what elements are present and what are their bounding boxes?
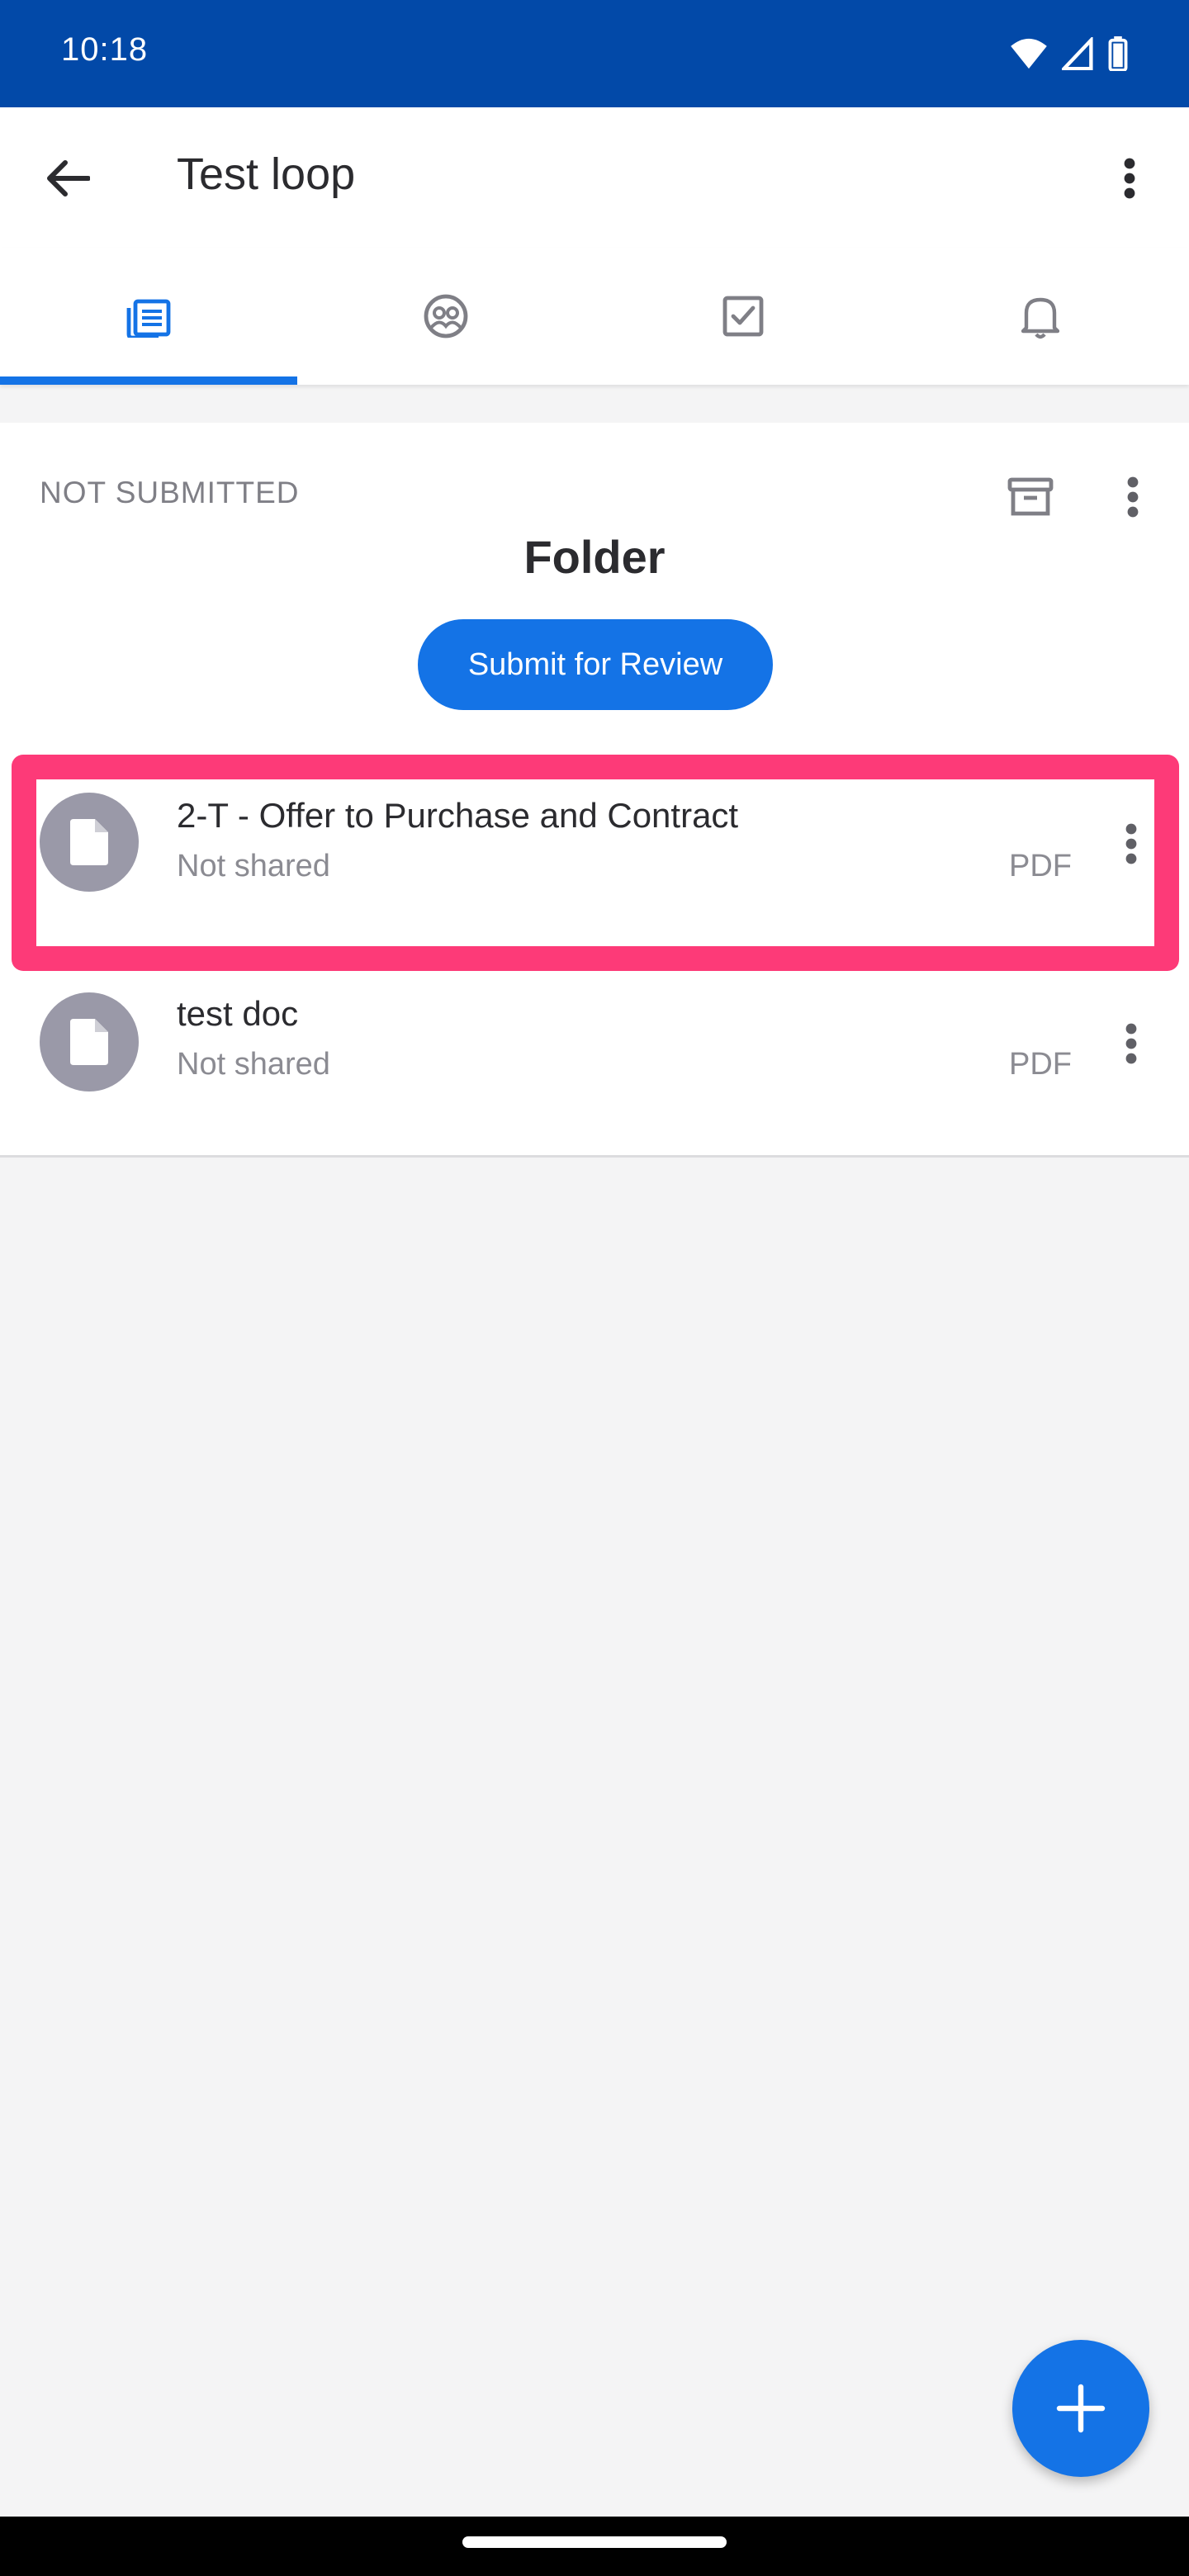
tab-bar (0, 248, 1189, 385)
folder-more-options-button[interactable] (1108, 469, 1158, 525)
add-button[interactable] (1012, 2340, 1149, 2477)
document-row[interactable]: test doc Not shared PDF (0, 959, 1189, 1141)
folder-card: NOT SUBMITTED Folder Submit for Review 2… (0, 423, 1189, 1158)
document-more-options-button[interactable] (1106, 1016, 1156, 1072)
status-bar: 10:18 (0, 0, 1189, 107)
document-icon (70, 819, 108, 865)
folder-title: Folder (523, 531, 666, 583)
more-options-button[interactable] (1103, 152, 1156, 205)
more-vert-icon (1125, 823, 1137, 864)
submit-for-review-button[interactable]: Submit for Review (418, 619, 773, 710)
back-button[interactable] (41, 152, 94, 205)
arrow-back-icon (47, 160, 90, 197)
tab-people[interactable] (297, 248, 594, 385)
status-time: 10:18 (61, 31, 149, 68)
plus-icon (1056, 2384, 1106, 2433)
document-name: 2-T - Offer to Purchase and Contract (177, 796, 739, 835)
documents-icon (126, 299, 171, 338)
document-avatar (40, 793, 139, 892)
document-type: PDF (1009, 1047, 1072, 1082)
tab-tasks[interactable] (594, 248, 892, 385)
people-icon (424, 294, 468, 339)
tab-documents[interactable] (0, 248, 297, 385)
document-type: PDF (1009, 849, 1072, 883)
battery-icon (1108, 36, 1128, 71)
more-vert-icon (1124, 158, 1135, 199)
more-vert-icon (1127, 476, 1139, 518)
document-avatar (40, 992, 139, 1091)
wifi-icon (1011, 38, 1047, 69)
system-nav-bar (0, 2517, 1189, 2576)
cell-signal-icon (1062, 37, 1093, 70)
document-icon (70, 1019, 108, 1065)
status-icons (1011, 36, 1128, 71)
archive-icon (1007, 477, 1054, 516)
notifications-icon (1021, 297, 1059, 339)
document-share-status: Not shared (177, 849, 330, 883)
more-vert-icon (1125, 1023, 1137, 1064)
tasks-icon (722, 296, 764, 337)
tab-notifications[interactable] (892, 248, 1189, 385)
document-row[interactable]: 2-T - Offer to Purchase and Contract Not… (0, 761, 1189, 943)
document-name: test doc (177, 994, 299, 1033)
app-bar: Test loop (0, 107, 1189, 248)
document-share-status: Not shared (177, 1047, 330, 1082)
page-title: Test loop (177, 149, 356, 199)
document-more-options-button[interactable] (1106, 816, 1156, 872)
submission-status: NOT SUBMITTED (40, 476, 300, 509)
archive-button[interactable] (1002, 469, 1059, 525)
home-handle[interactable] (462, 2536, 727, 2548)
